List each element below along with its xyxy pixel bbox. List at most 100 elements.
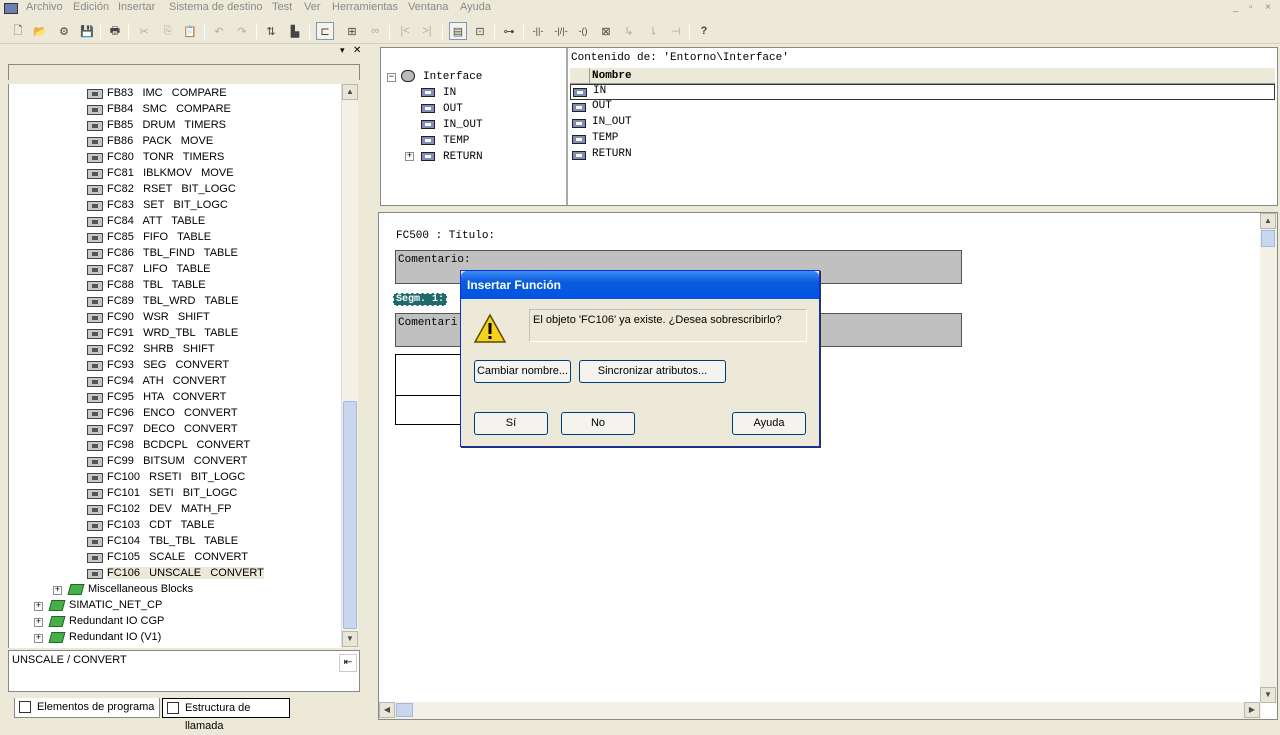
menu-test[interactable]: Test [272, 1, 292, 13]
tree-item-block[interactable]: FC95 HTA CONVERT [9, 390, 339, 406]
menu-herramientas[interactable]: Herramientas [332, 1, 398, 13]
block-title[interactable]: FC500 : Título: [396, 230, 495, 242]
tree-item-block[interactable]: FC80 TONR TIMERS [9, 150, 339, 166]
network-icon[interactable]: ⊶ [500, 22, 518, 40]
close-pane-button[interactable]: ✕ [353, 45, 361, 56]
interface-list-row[interactable]: IN_OUT [570, 116, 1275, 132]
coil-icon[interactable]: -() [574, 22, 592, 40]
yes-button[interactable]: Sí [474, 412, 548, 435]
interface-tree-item[interactable]: RETURN [443, 151, 483, 163]
interface-list-row[interactable]: OUT [570, 100, 1275, 116]
column-nombre[interactable]: Nombre [592, 70, 632, 82]
tree-item-block[interactable]: FC99 BITSUM CONVERT [9, 454, 339, 470]
editor-vscrollbar[interactable]: ▲ ▼ [1260, 213, 1277, 703]
next-icon[interactable]: >| [418, 22, 436, 40]
scroll-left-button[interactable]: ◀ [379, 702, 395, 718]
print-icon[interactable]: 🖶 [106, 22, 124, 40]
tab-estructura-de-llamada[interactable]: Estructura de llamada [162, 698, 290, 732]
tree-item-block[interactable]: FC98 BCDCPL CONVERT [9, 438, 339, 454]
menu-sistema-de-destino[interactable]: Sistema de destino [169, 1, 263, 13]
branch-open-icon[interactable]: ↳ [620, 22, 638, 40]
tree-item-block[interactable]: FB85 DRUM TIMERS [9, 118, 339, 134]
menu-edicion[interactable]: Edición [73, 1, 109, 13]
tree-item-block[interactable]: FC89 TBL_WRD TABLE [9, 294, 339, 310]
tree-item-block[interactable]: FC105 SCALE CONVERT [9, 550, 339, 566]
expand-icon[interactable]: + [405, 152, 414, 161]
scroll-right-button[interactable]: ▶ [1244, 702, 1260, 718]
editor-hscrollbar[interactable]: ◀ ▶ [379, 702, 1261, 719]
tree-item-block[interactable]: FC82 RSET BIT_LOGC [9, 182, 339, 198]
tree-item-block[interactable]: FC93 SEG CONVERT [9, 358, 339, 374]
menu-ayuda[interactable]: Ayuda [460, 1, 491, 13]
help-button[interactable]: Ayuda [732, 412, 806, 435]
tree-item-folder[interactable]: + Redundant IO (V1) [9, 630, 339, 646]
zoom-icon[interactable]: ⊡ [471, 22, 489, 40]
tree-item-block[interactable]: FC86 TBL_FIND TABLE [9, 246, 339, 262]
tree-item-block[interactable]: FC87 LIFO TABLE [9, 262, 339, 278]
scroll-up-button[interactable]: ▲ [342, 84, 358, 100]
tree-item-block[interactable]: FC90 WSR SHIFT [9, 310, 339, 326]
tab-elementos-de-programa[interactable]: Elementos de programa [14, 698, 160, 718]
menu-ventana[interactable]: Ventana [408, 1, 448, 13]
scroll-thumb[interactable] [343, 401, 357, 629]
contact-nc-icon[interactable]: -|/|- [552, 22, 570, 40]
scroll-up-button[interactable]: ▲ [1260, 213, 1276, 229]
tree-item-block[interactable]: FC94 ATH CONVERT [9, 374, 339, 390]
save-icon[interactable]: 💾 [78, 22, 96, 40]
tree-item-block[interactable]: FC92 SHRB SHIFT [9, 342, 339, 358]
close-window-button[interactable]: × [1265, 2, 1271, 13]
tree-item-block[interactable]: FC81 IBLKMOV MOVE [9, 166, 339, 182]
interface-tree-item[interactable]: TEMP [443, 135, 469, 147]
tree-item-block[interactable]: FC104 TBL_TBL TABLE [9, 534, 339, 550]
minimize-button[interactable]: _ [1233, 2, 1239, 13]
hscroll-thumb[interactable] [396, 703, 413, 717]
no-button[interactable]: No [561, 412, 635, 435]
scroll-thumb[interactable] [1261, 230, 1275, 247]
tree-item-block[interactable]: FC85 FIFO TABLE [9, 230, 339, 246]
interface-root[interactable]: Interface [423, 71, 482, 83]
network-label[interactable]: Segm. 1: [393, 293, 448, 306]
tree-item-block[interactable]: FC97 DECO CONVERT [9, 422, 339, 438]
copy-icon[interactable]: ⎘ [159, 22, 177, 40]
menu-insertar[interactable]: Insertar [118, 1, 155, 13]
tree-item-folder[interactable]: + Miscellaneous Blocks [9, 582, 339, 598]
open-icon[interactable]: 📂 [31, 22, 49, 40]
prev-icon[interactable]: |< [396, 22, 414, 40]
glasses-icon[interactable]: ∞ [366, 22, 384, 40]
sync-attributes-button[interactable]: Sincronizar atributos... [579, 360, 726, 383]
app-icon[interactable] [4, 3, 18, 14]
dialog-titlebar[interactable]: Insertar Función [461, 271, 819, 299]
monitor-icon[interactable]: ⊏ [316, 22, 334, 40]
expand-icon[interactable]: + [34, 602, 43, 611]
restore-button[interactable]: ▫ [1249, 2, 1253, 13]
tree-item-block[interactable]: FC106 UNSCALE CONVERT [9, 566, 339, 582]
accessible-nodes-icon[interactable]: ⚙ [55, 22, 73, 40]
tree-item-folder[interactable]: + Redundant IO CGP [9, 614, 339, 630]
tree-item-block[interactable]: FC84 ATT TABLE [9, 214, 339, 230]
pin-icon[interactable]: ▾ [340, 45, 345, 56]
tree-scrollbar[interactable]: ▲ ▼ [341, 84, 358, 648]
menu-archivo[interactable]: Archivo [26, 1, 63, 13]
collapse-icon[interactable]: − [387, 73, 396, 82]
overview-icon[interactable]: ▤ [449, 22, 467, 40]
redo-icon[interactable]: ↷ [233, 22, 251, 40]
expand-icon[interactable]: + [34, 618, 43, 627]
tree-item-block[interactable]: FC102 DEV MATH_FP [9, 502, 339, 518]
tree-item-block[interactable]: FC103 CDT TABLE [9, 518, 339, 534]
tree-item-block[interactable]: FC96 ENCO CONVERT [9, 406, 339, 422]
tree-item-block[interactable]: FC83 SET BIT_LOGC [9, 198, 339, 214]
cut-icon[interactable]: ✂ [135, 22, 153, 40]
menu-ver[interactable]: Ver [304, 1, 321, 13]
interface-list-row[interactable]: TEMP [570, 132, 1275, 148]
interface-list-row[interactable]: IN [570, 84, 1275, 100]
interface-list-row[interactable]: RETURN [570, 148, 1275, 164]
download-icon[interactable]: ▙ [286, 22, 304, 40]
interface-tree-item[interactable]: IN [443, 87, 456, 99]
scroll-down-button[interactable]: ▼ [342, 631, 358, 647]
tree-item-folder[interactable]: + SIMATIC_NET_CP [9, 598, 339, 614]
tree-item-block[interactable]: FB84 SMC COMPARE [9, 102, 339, 118]
rename-button[interactable]: Cambiar nombre... [474, 360, 571, 383]
ladder-network[interactable] [395, 354, 466, 425]
help-icon[interactable]: ? [695, 22, 713, 40]
tree-item-block[interactable]: FC100 RSETI BIT_LOGC [9, 470, 339, 486]
